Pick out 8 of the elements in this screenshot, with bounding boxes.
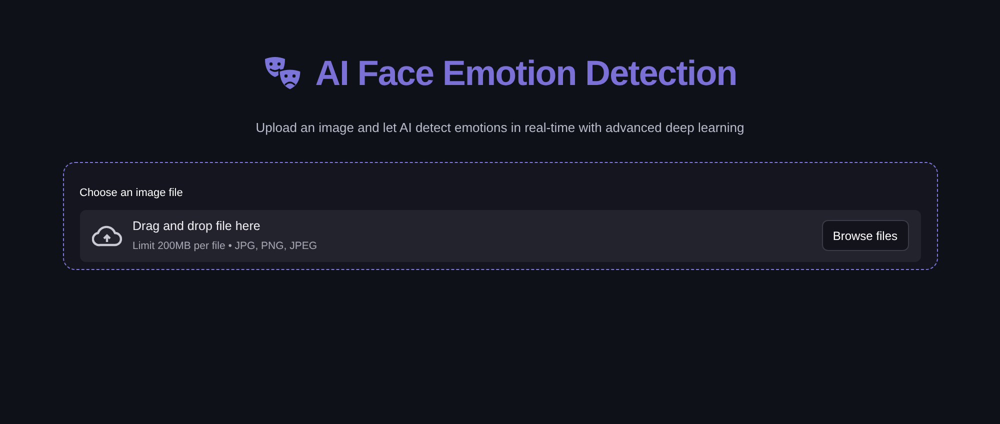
browse-files-button[interactable]: Browse files [822,220,908,251]
page-title: AI Face Emotion Detection [315,52,737,95]
page-subtitle: Upload an image and let AI detect emotions in real-time with advanced deep learning [256,119,744,137]
dropzone[interactable]: Drag and drop file here Limit 200MB per file • JPG, PNG, JPEG Browse files [80,210,920,262]
dropzone-hint: Limit 200MB per file • JPG, PNG, JPEG [132,238,318,254]
cloud-upload-icon [92,224,122,246]
dropzone-title: Drag and drop file here [132,218,262,235]
field-label: Choose an image file [80,186,183,198]
